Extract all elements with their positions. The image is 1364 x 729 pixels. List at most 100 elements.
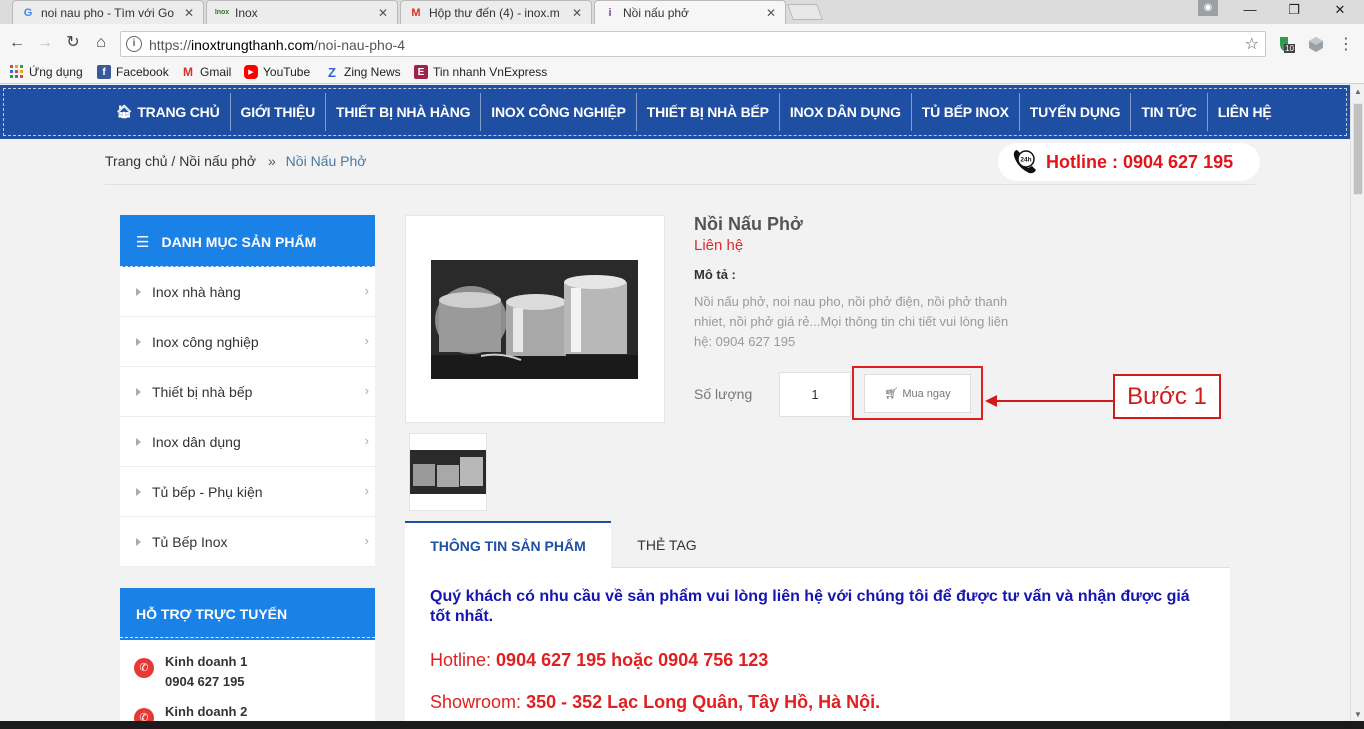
site-info-icon[interactable]: i xyxy=(126,36,142,52)
nav-item-household[interactable]: INOX DÂN DỤNG xyxy=(780,93,912,131)
category-item[interactable]: Thiết bị nhà bếp › xyxy=(120,367,375,417)
window-close-icon[interactable]: ✕ xyxy=(1320,0,1360,20)
support-name: Kinh doanh 1 xyxy=(165,654,248,669)
menu-lines-icon: ☰ xyxy=(136,234,150,251)
category-item[interactable]: Inox công nghiệp › xyxy=(120,317,375,367)
showroom-value: 350 - 352 Lạc Long Quân, Tây Hồ, Hà Nội. xyxy=(526,692,881,712)
breadcrumb-category[interactable]: Nồi nấu phở xyxy=(179,153,256,169)
chevron-right-icon: › xyxy=(364,383,369,398)
bookmark-youtube[interactable]: ▶ YouTube xyxy=(244,65,310,79)
menu-kebab-icon[interactable]: ⋮ xyxy=(1336,34,1356,54)
breadcrumb-slash: / xyxy=(171,153,176,169)
scrollbar-thumb[interactable] xyxy=(1353,103,1363,195)
category-item[interactable]: Inox dân dụng › xyxy=(120,417,375,467)
reload-icon[interactable]: ↻ xyxy=(62,32,84,54)
taskbar-strip xyxy=(0,721,1364,729)
nav-item-jobs[interactable]: TUYỂN DỤNG xyxy=(1020,93,1132,131)
bookmark-label: Gmail xyxy=(200,65,232,79)
nav-item-contact[interactable]: LIÊN HỆ xyxy=(1208,93,1282,131)
nav-item-cabinet[interactable]: TỦ BẾP INOX xyxy=(912,93,1020,131)
minimize-icon[interactable]: — xyxy=(1230,0,1270,20)
bookmark-vnexpress[interactable]: E Tin nhanh VnExpress xyxy=(414,65,547,79)
bookmark-facebook[interactable]: f Facebook xyxy=(97,65,169,79)
chevron-right-icon: › xyxy=(364,433,369,448)
chevron-right-icon: › xyxy=(364,283,369,298)
bookmark-apps[interactable]: Ứng dụng xyxy=(10,65,83,79)
bookmark-label: Ứng dụng xyxy=(29,65,83,79)
hotline-badge[interactable]: 24h Hotline : 0904 627 195 xyxy=(998,143,1260,181)
category-label: Inox công nghiệp xyxy=(152,333,259,350)
url-text: https://inoxtrungthanh.com/noi-nau-pho-4 xyxy=(149,37,406,53)
bookmark-star-icon[interactable]: ☆ xyxy=(1245,34,1259,54)
browser-tab-google[interactable]: G noi nau pho - Tìm với Go ✕ xyxy=(12,0,204,24)
main-navigation: 🏠︎ TRANG CHỦ GIỚI THIỆU THIẾT BỊ NHÀ HÀNG… xyxy=(0,85,1350,139)
support-phone: 0904 627 195 xyxy=(165,674,245,689)
new-tab-button[interactable] xyxy=(787,4,823,20)
product-thumbnail[interactable] xyxy=(409,433,487,511)
bullet-triangle-icon xyxy=(136,537,141,546)
chevron-right-icon: › xyxy=(364,483,369,498)
back-arrow-icon[interactable]: ← xyxy=(6,32,28,54)
scroll-down-icon[interactable]: ▼ xyxy=(1351,710,1364,719)
page-scrollbar[interactable]: ▲ ▼ xyxy=(1350,85,1364,721)
url-bar[interactable]: i https://inoxtrungthanh.com/noi-nau-pho… xyxy=(120,31,1266,57)
extension-cube-icon[interactable] xyxy=(1306,34,1326,54)
nav-item-home[interactable]: 🏠︎ TRANG CHỦ xyxy=(106,93,231,131)
bullet-triangle-icon xyxy=(136,437,141,446)
home-icon[interactable]: ⌂ xyxy=(90,32,112,54)
breadcrumb-home[interactable]: Trang chủ xyxy=(105,153,168,169)
nav-label: TRANG CHỦ xyxy=(137,104,220,120)
category-label: Inox nhà hàng xyxy=(152,283,241,300)
zing-icon: Z xyxy=(328,64,336,80)
tab-product-info[interactable]: THÔNG TIN SẢN PHẨM xyxy=(405,521,611,568)
scroll-up-icon[interactable]: ▲ xyxy=(1351,87,1364,96)
restore-icon[interactable]: ❐ xyxy=(1274,0,1314,20)
nav-item-industrial[interactable]: INOX CÔNG NGHIỆP xyxy=(481,93,637,131)
nav-item-about[interactable]: GIỚI THIỆU xyxy=(231,93,327,131)
close-tab-icon[interactable]: ✕ xyxy=(571,6,583,20)
support-name: Kinh doanh 2 xyxy=(165,704,248,719)
browser-tab-gmail[interactable]: M Hộp thư đến (4) - inox.m ✕ xyxy=(400,0,592,24)
support-contact[interactable]: ✆ Kinh doanh 1 0904 627 195 xyxy=(134,652,247,692)
category-item[interactable]: Tủ bếp - Phụ kiện › xyxy=(120,467,375,517)
extension-badge: 10 xyxy=(1285,44,1294,53)
bookmark-gmail[interactable]: M Gmail xyxy=(181,65,231,79)
breadcrumb-separator: » xyxy=(267,153,276,169)
description-label: Mô tả : xyxy=(694,267,736,282)
bullet-triangle-icon xyxy=(136,387,141,396)
chevron-right-icon: › xyxy=(364,533,369,548)
nav-item-news[interactable]: TIN TỨC xyxy=(1131,93,1208,131)
buy-now-button[interactable]: 🛒︎ Mua ngay xyxy=(864,374,971,413)
contact-showroom: Showroom: 350 - 352 Lạc Long Quân, Tây H… xyxy=(430,692,880,713)
tab-title: Nồi nấu phở xyxy=(623,5,689,20)
category-label: Thiết bị nhà bếp xyxy=(152,383,253,400)
nav-item-restaurant[interactable]: THIẾT BỊ NHÀ HÀNG xyxy=(326,93,482,131)
browser-tab-active[interactable]: i Nồi nấu phở ✕ xyxy=(594,0,786,24)
bookmark-label: Zing News xyxy=(344,65,401,79)
tab-tags[interactable]: THẺ TAG xyxy=(611,521,723,568)
google-favicon-icon: G xyxy=(23,6,33,19)
category-item[interactable]: Inox nhà hàng › xyxy=(120,267,375,317)
category-list: Inox nhà hàng › Inox công nghiệp › Thiết b… xyxy=(120,267,375,567)
nav-item-kitchen[interactable]: THIẾT BỊ NHÀ BẾP xyxy=(637,93,780,131)
quantity-input[interactable] xyxy=(779,372,851,417)
bookmark-zing[interactable]: Z Zing News xyxy=(325,64,401,80)
site-favicon-icon: i xyxy=(608,6,612,19)
apps-icon xyxy=(10,65,24,79)
forward-arrow-icon[interactable]: → xyxy=(34,32,56,54)
category-item[interactable]: Tủ Bếp Inox › xyxy=(120,517,375,567)
tab-title: Hộp thư đến (4) - inox.m xyxy=(429,5,560,20)
tab-title: Inox xyxy=(235,5,258,20)
close-tab-icon[interactable]: ✕ xyxy=(183,6,195,20)
bookmarks-bar: Ứng dụng f Facebook M Gmail ▶ YouTube Z … xyxy=(0,62,1364,84)
category-label: Tủ Bếp Inox xyxy=(152,533,228,550)
buy-now-label: Mua ngay xyxy=(902,387,951,400)
shield-extension-icon[interactable]: 10 xyxy=(1276,34,1296,54)
close-tab-icon[interactable]: ✕ xyxy=(765,6,777,20)
profile-icon[interactable]: ◉ xyxy=(1198,0,1218,16)
support-heading-title: HỖ TRỢ TRỰC TUYẾN xyxy=(136,606,288,622)
browser-tab-inox[interactable]: Inox Inox ✕ xyxy=(206,0,398,24)
close-tab-icon[interactable]: ✕ xyxy=(377,6,389,20)
product-main-image[interactable] xyxy=(405,215,665,423)
vnexpress-icon: E xyxy=(414,65,428,79)
